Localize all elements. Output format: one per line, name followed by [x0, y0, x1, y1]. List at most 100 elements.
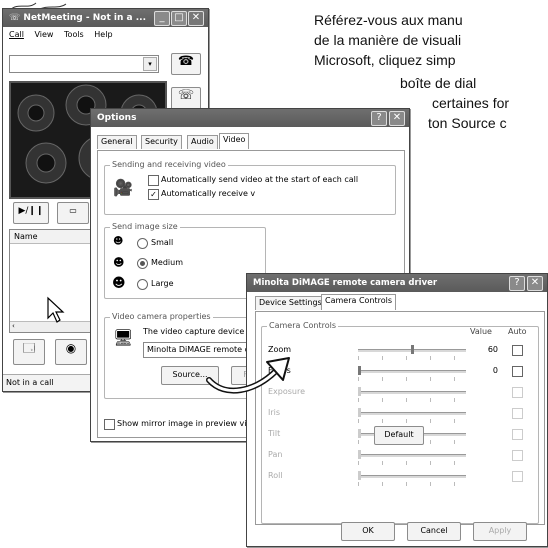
address-combobox[interactable]: ▾: [9, 55, 159, 73]
camera-icon: 🎥: [113, 178, 133, 197]
auto-checkbox[interactable]: [512, 366, 523, 377]
size-small-label: Small: [151, 238, 174, 247]
tab-video[interactable]: Video: [219, 133, 250, 149]
manual-text-line-2: de la manière de visuali: [314, 32, 462, 48]
options-close-button[interactable]: ✕: [389, 111, 405, 126]
send-image-size-label: Send image size: [110, 222, 180, 231]
netmeeting-title: NetMeeting - Not in a ...: [23, 13, 146, 23]
control-label: Tilt: [268, 429, 281, 438]
camera-control-row: Exposure: [262, 383, 538, 404]
netmeeting-app-icon: ☏: [9, 13, 21, 23]
maximize-button[interactable]: □: [171, 11, 187, 26]
driver-titlebar[interactable]: Minolta DiMAGE remote camera driver: [247, 274, 547, 292]
slider-thumb: [358, 387, 361, 396]
slider-ticks: [358, 461, 466, 465]
size-large-radio[interactable]: [137, 279, 148, 290]
auto-checkbox: [512, 429, 523, 440]
auto-checkbox[interactable]: [512, 345, 523, 356]
menu-help[interactable]: Help: [94, 30, 112, 39]
control-value: 60: [487, 345, 498, 354]
camera-control-row: Pan: [262, 446, 538, 467]
tab-audio[interactable]: Audio: [187, 135, 218, 149]
slider-ticks: [358, 419, 466, 423]
close-button[interactable]: ✕: [188, 11, 204, 26]
help-button[interactable]: ?: [371, 111, 387, 126]
slider-thumb: [358, 471, 361, 480]
manual-text-line-1: Référez-vous aux manu: [314, 12, 463, 28]
control-slider: [358, 387, 466, 402]
mirror-image-checkbox[interactable]: [104, 419, 115, 430]
auto-checkbox: [512, 471, 523, 482]
mirror-image-label: Show mirror image in preview vid: [117, 419, 252, 428]
capture-device-label: The video capture device: [143, 327, 245, 336]
auto-receive-checkbox[interactable]: ✓: [148, 189, 159, 200]
sending-receiving-group: Sending and receiving video 🎥 Automatica…: [104, 160, 396, 215]
slider-ticks: [358, 377, 466, 381]
slider-thumb: [358, 429, 361, 438]
large-person-icon: ☻: [112, 276, 126, 291]
menu-bar: Call View Tools Help: [9, 30, 113, 39]
options-tabs: General Security Audio Video: [97, 133, 397, 151]
ok-button[interactable]: OK: [341, 522, 395, 541]
tab-general[interactable]: General: [97, 135, 137, 149]
manual-text-line-5: certaines for: [432, 95, 510, 111]
default-button[interactable]: Default: [374, 426, 424, 445]
chat-button[interactable]: ◉: [55, 339, 87, 365]
slider-thumb[interactable]: [410, 345, 414, 354]
auto-checkbox: [512, 387, 523, 398]
curved-arrow-icon: [206, 357, 290, 394]
send-image-size-group: Send image size ☻ Small ☻ Medium ☻ Large: [104, 222, 266, 299]
size-small-radio[interactable]: [137, 238, 148, 249]
place-call-button[interactable]: ☎: [171, 53, 201, 75]
auto-column-header: Auto: [508, 327, 527, 336]
camera-control-row: Focus0: [262, 362, 538, 383]
tab-device-settings[interactable]: Device Settings: [255, 296, 326, 310]
camera-controls-group: Camera Controls Value Auto Zoom60Focus0E…: [261, 321, 539, 524]
slider-thumb[interactable]: [358, 366, 361, 375]
slider-ticks: [358, 398, 466, 402]
camera-properties-label: Video camera properties: [110, 312, 213, 321]
camera-control-row: Iris: [262, 404, 538, 425]
apply-button[interactable]: Apply: [473, 522, 527, 541]
radio-selected-dot: [140, 261, 145, 266]
camera-driver-dialog: Minolta DiMAGE remote camera driver ? ✕ …: [246, 273, 548, 547]
camera-control-row: Roll: [262, 467, 538, 488]
size-medium-label: Medium: [151, 258, 183, 267]
control-slider: [358, 471, 466, 486]
slider-ticks: [358, 482, 466, 486]
small-person-icon: ☻: [113, 236, 124, 247]
auto-checkbox: [512, 408, 523, 419]
sending-receiving-label: Sending and receiving video: [110, 160, 228, 169]
manual-text-line-4: boîte de dial: [400, 75, 477, 91]
play-pause-button[interactable]: ▶/❙❙: [13, 202, 49, 224]
camera-controls-label: Camera Controls: [267, 321, 339, 330]
tab-camera-controls[interactable]: Camera Controls: [321, 294, 397, 310]
auto-send-checkbox[interactable]: [148, 175, 159, 186]
slider-thumb: [358, 450, 361, 459]
tab-security[interactable]: Security: [141, 135, 182, 149]
share-program-button[interactable]: 🗔: [13, 339, 45, 365]
control-label: Pan: [268, 450, 283, 459]
auto-checkbox: [512, 450, 523, 461]
medium-person-icon: ☻: [113, 256, 125, 269]
menu-view[interactable]: View: [34, 30, 53, 39]
menu-tools[interactable]: Tools: [64, 30, 84, 39]
control-slider[interactable]: [358, 345, 466, 360]
picture-in-picture-button[interactable]: ▭: [57, 202, 89, 224]
menu-call[interactable]: Call: [9, 30, 24, 39]
control-slider[interactable]: [358, 366, 466, 381]
control-slider: [358, 408, 466, 423]
minimize-button[interactable]: _: [154, 11, 170, 26]
chevron-down-icon[interactable]: ▾: [143, 57, 157, 71]
scroll-left-icon[interactable]: ‹: [12, 322, 15, 330]
size-medium-radio[interactable]: [137, 258, 148, 269]
capture-device-icon: 🖥: [113, 328, 134, 347]
slider-ticks: [358, 356, 466, 360]
control-value: 0: [492, 366, 498, 375]
control-slider: [358, 450, 466, 465]
manual-text-line-6: ton Source c: [428, 115, 507, 131]
driver-close-button[interactable]: ✕: [527, 276, 543, 291]
cancel-button[interactable]: Cancel: [407, 522, 461, 541]
options-titlebar[interactable]: Options: [91, 109, 409, 127]
driver-help-button[interactable]: ?: [509, 276, 525, 291]
